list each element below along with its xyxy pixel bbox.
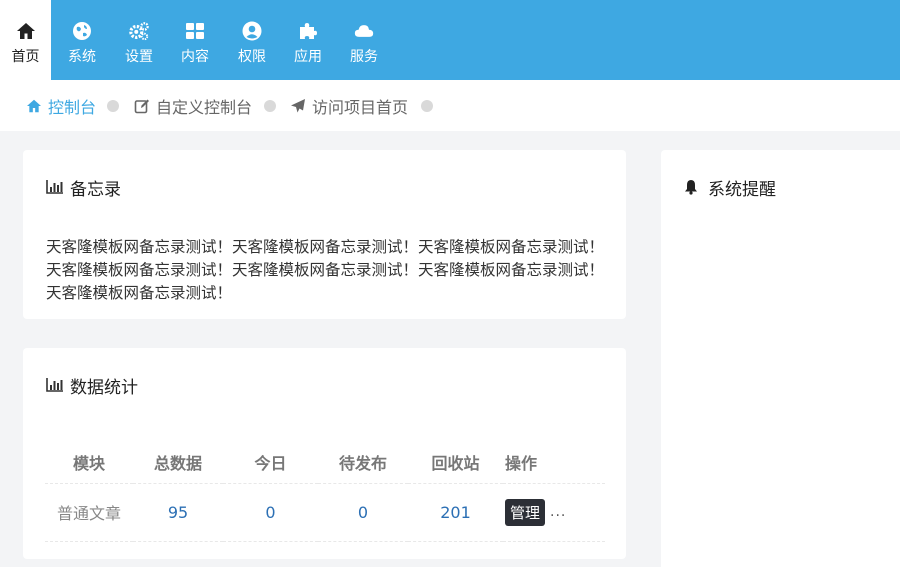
table-header-row: 模块 总数据 今日 待发布 回收站 操作 [45,441,605,484]
breadcrumb-separator [264,100,276,112]
column-header-action: 操作 [503,441,605,484]
nav-item-apps[interactable]: 应用 [280,0,336,80]
memo-panel: 备忘录 天客隆模板网备忘录测试！天客隆模板网备忘录测试！天客隆模板网备忘录测试！… [23,150,626,319]
grid-icon [185,21,205,41]
reminder-title-text: 系统提醒 [708,179,776,200]
puzzle-icon [298,21,318,41]
nav-item-label: 服务 [350,49,378,65]
nav-item-label: 首页 [11,49,40,65]
table-row: 普通文章 95 0 0 201 管理... [45,483,605,542]
breadcrumb-item-visit-home[interactable]: 访问项目首页 [290,95,408,117]
bar-chart-icon [46,376,64,394]
nav-item-home[interactable]: 首页 [0,0,51,80]
nav-item-label: 系统 [68,49,96,65]
breadcrumb-label: 自定义控制台 [156,98,253,117]
nav-item-permissions[interactable]: 权限 [224,0,280,80]
breadcrumb-label: 访问项目首页 [312,98,409,117]
nav-item-label: 设置 [125,49,153,65]
nav-item-label: 内容 [181,49,209,65]
reminder-panel: 系统提醒 [661,150,900,567]
top-nav: 首页 系统 设置 内容 权限 应用 服务 [0,0,900,80]
memo-text: 天客隆模板网备忘录测试！天客隆模板网备忘录测试！天客隆模板网备忘录测试！天客隆模… [46,238,605,302]
globe-icon [72,21,92,41]
column-header-total: 总数据 [133,441,223,484]
memo-title-text: 备忘录 [70,179,121,200]
nav-item-services[interactable]: 服务 [336,0,392,80]
cell-today[interactable]: 0 [223,483,318,542]
column-header-pending: 待发布 [318,441,408,484]
bar-chart-icon [46,178,64,196]
cell-pending[interactable]: 0 [318,483,408,542]
manage-button[interactable]: 管理 [505,498,546,526]
nav-item-content[interactable]: 内容 [167,0,223,80]
column-header-module: 模块 [45,441,133,484]
breadcrumb-separator [107,100,119,112]
gears-icon [129,21,149,41]
breadcrumb-item-console[interactable]: 控制台 [26,95,96,117]
nav-item-label: 权限 [238,49,266,65]
bell-icon [684,178,702,196]
breadcrumb-label: 控制台 [48,98,97,117]
column-header-today: 今日 [223,441,318,484]
nav-item-settings[interactable]: 设置 [111,0,167,80]
paper-plane-icon [290,98,306,114]
cell-recycle[interactable]: 201 [408,483,503,542]
stats-title-text: 数据统计 [70,377,138,398]
breadcrumb-item-custom-console[interactable]: 自定义控制台 [134,95,252,117]
nav-item-system[interactable]: 系统 [54,0,110,80]
edit-icon [134,98,150,114]
home-icon [26,98,42,114]
stats-table: 模块 总数据 今日 待发布 回收站 操作 普通文章 95 0 0 201 管理.… [45,441,605,542]
cell-total[interactable]: 95 [133,483,223,542]
memo-title: 备忘录 [46,176,121,200]
stats-title: 数据统计 [46,374,138,398]
more-actions[interactable]: ... [550,504,566,520]
cloud-icon [354,21,374,41]
user-circle-icon [242,21,262,41]
nav-item-label: 应用 [294,49,322,65]
stats-panel: 数据统计 模块 总数据 今日 待发布 回收站 操作 普通文章 95 0 0 20… [23,348,626,559]
column-header-recycle: 回收站 [408,441,503,484]
home-icon [16,21,36,41]
cell-module: 普通文章 [45,483,133,542]
cell-action: 管理... [503,483,605,542]
reminder-title: 系统提醒 [684,176,776,200]
breadcrumb-separator [421,100,433,112]
